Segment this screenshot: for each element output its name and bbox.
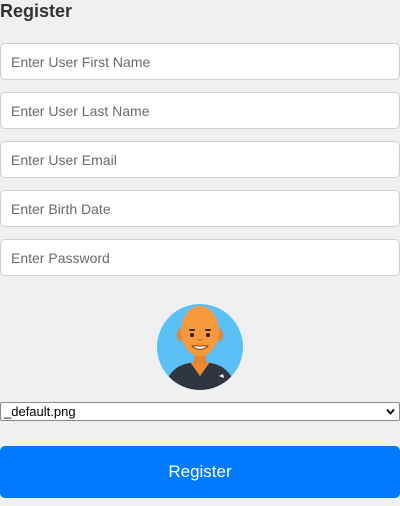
- chevron-down-icon: [386, 408, 395, 415]
- register-page: Register _default.png Register: [0, 0, 400, 506]
- last-name-input[interactable]: [0, 92, 400, 129]
- register-button[interactable]: Register: [0, 446, 400, 498]
- profile-image-select[interactable]: _default.png: [0, 402, 400, 421]
- first-name-input[interactable]: [0, 43, 400, 80]
- birth-date-input[interactable]: [0, 190, 400, 227]
- password-input[interactable]: [0, 239, 400, 276]
- page-title: Register: [0, 1, 73, 21]
- default-avatar-icon: [157, 304, 243, 390]
- profile-image-select-value: _default.png: [4, 404, 76, 419]
- email-input[interactable]: [0, 141, 400, 178]
